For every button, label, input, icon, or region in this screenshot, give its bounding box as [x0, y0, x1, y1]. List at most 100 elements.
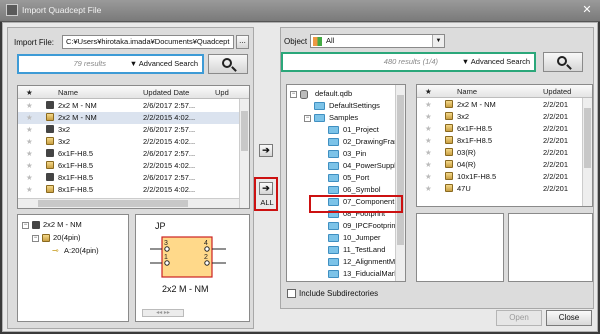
search-icon: [557, 56, 567, 66]
collapse-icon[interactable]: −: [290, 91, 297, 98]
right-search-input[interactable]: 480 results (1/4) ▼ Advanced Search: [281, 52, 536, 72]
row-name: 2x2 M - NM: [457, 100, 496, 109]
open-button[interactable]: Open: [496, 310, 542, 326]
row-name: 6x1F-H8.5: [58, 149, 94, 158]
left-grid-hscroll[interactable]: [18, 198, 239, 208]
preview-name: 2x2 M - NM: [162, 284, 209, 294]
transfer-all-button[interactable]: ➔: [259, 182, 273, 195]
table-row[interactable]: ★ 3x2 2/6/2017 2:57...: [18, 124, 239, 136]
favorite-column-icon[interactable]: ★: [425, 87, 432, 96]
favorite-star-icon[interactable]: ★: [425, 124, 432, 133]
table-row[interactable]: ★ 47U 2/2/201: [417, 183, 582, 195]
row-date: 2/2/201: [543, 184, 569, 193]
component-icon: [46, 137, 54, 145]
left-grid-vscroll[interactable]: [239, 99, 249, 208]
favorite-star-icon[interactable]: ★: [425, 112, 432, 121]
favorite-star-icon[interactable]: ★: [26, 185, 33, 194]
row-name: 3x2: [58, 125, 71, 134]
favorite-star-icon[interactable]: ★: [26, 149, 33, 158]
row-name: 04(R): [457, 160, 476, 169]
include-subdirectories-checkbox[interactable]: [287, 289, 296, 298]
row-date: 2/2/2015 4:02...: [143, 113, 196, 122]
pin-label: 3: [164, 240, 168, 247]
object-select[interactable]: All ▼: [310, 34, 445, 48]
row-date: 2/6/2017 2:57...: [143, 149, 196, 158]
table-row[interactable]: ★ 6x1F-H8.5 2/2/2015 4:02...: [18, 160, 239, 172]
tree-vscroll[interactable]: [395, 85, 405, 281]
folder-icon: [328, 246, 339, 254]
folder-icon: [328, 126, 339, 134]
row-date: 2/2/2015 4:02...: [143, 161, 196, 170]
dialog-body: Import File: C:¥Users¥hirotaka.imada¥Doc…: [2, 22, 598, 332]
pin-label: 4: [204, 240, 208, 247]
table-row[interactable]: ★ 3x2 2/2/2015 4:02...: [18, 136, 239, 148]
favorite-star-icon[interactable]: ★: [26, 161, 33, 170]
favorite-column-icon[interactable]: ★: [26, 88, 33, 97]
column-name[interactable]: Name: [58, 88, 78, 97]
right-detail-pane: [416, 213, 504, 282]
import-file-path-field[interactable]: C:¥Users¥hirotaka.imada¥Documents¥Quadce…: [62, 35, 234, 49]
favorite-star-icon[interactable]: ★: [26, 113, 33, 122]
preview-pager[interactable]: ◂◂ ▸▸: [142, 309, 184, 317]
table-row[interactable]: ★ 04(R) 2/2/201: [417, 159, 582, 171]
favorite-star-icon[interactable]: ★: [26, 173, 33, 182]
collapse-icon[interactable]: −: [304, 115, 311, 122]
left-results-count: 79 results: [73, 59, 106, 68]
table-row[interactable]: ★ 8x1F-H8.5 2/6/2017 2:57...: [18, 172, 239, 184]
folder-icon: [328, 162, 339, 170]
left-search-button[interactable]: [208, 54, 248, 74]
right-component-grid: ★ Name Updated ★ 2x2 M - NM 2/2/201 ★ 3x2 2/2…: [416, 84, 593, 207]
selected-folder-highlight: [309, 195, 403, 213]
folder-icon: [314, 114, 325, 122]
table-row[interactable]: ★ 8x1F-H8.5 2/2/201: [417, 135, 582, 147]
include-subdirectories-label: Include Subdirectories: [299, 289, 379, 298]
favorite-star-icon[interactable]: ★: [26, 137, 33, 146]
table-row[interactable]: ★ 8x1F-H8.5 2/2/2015 4:02...: [18, 184, 239, 196]
table-row[interactable]: ★ 10x1F-H8.5 2/2/201: [417, 171, 582, 183]
favorite-star-icon[interactable]: ★: [425, 160, 432, 169]
right-grid-vscroll[interactable]: [582, 98, 592, 206]
chevron-down-icon[interactable]: ▼: [432, 35, 444, 47]
collapse-icon[interactable]: −: [22, 222, 29, 229]
grid-icon: [313, 37, 322, 46]
left-grid-header: ★ Name Updated Date Upd: [18, 86, 249, 99]
left-search-input[interactable]: 79 results ▼ Advanced Search: [17, 54, 204, 74]
column-updated-by[interactable]: Upd: [215, 88, 229, 97]
folder-icon: [328, 174, 339, 182]
favorite-star-icon[interactable]: ★: [425, 172, 432, 181]
favorite-star-icon[interactable]: ★: [26, 125, 33, 134]
row-date: 2/6/2017 2:57...: [143, 101, 196, 110]
table-row[interactable]: ★ 2x2 M - NM 2/2/2015 4:02...: [18, 112, 239, 124]
table-row[interactable]: ★ 03(R) 2/2/201: [417, 147, 582, 159]
table-row[interactable]: ★ 6x1F-H8.5 2/2/201: [417, 123, 582, 135]
row-date: 2/6/2017 2:57...: [143, 173, 196, 182]
favorite-star-icon[interactable]: ★: [425, 184, 432, 193]
table-row[interactable]: ★ 2x2 M - NM 2/2/201: [417, 99, 582, 111]
left-advanced-search-toggle[interactable]: ▼ Advanced Search: [130, 59, 198, 68]
row-date: 2/2/201: [543, 160, 569, 169]
folder-icon: [314, 102, 325, 110]
favorite-star-icon[interactable]: ★: [425, 136, 432, 145]
favorite-star-icon[interactable]: ★: [425, 148, 432, 157]
right-advanced-search-toggle[interactable]: ▼ Advanced Search: [462, 57, 530, 66]
column-updated-date[interactable]: Updated Date: [143, 88, 189, 97]
right-preview-pane: [508, 213, 593, 282]
right-grid-header: ★ Name Updated: [417, 85, 592, 98]
table-row[interactable]: ★ 2x2 M - NM 2/6/2017 2:57...: [18, 100, 239, 112]
title-bar: Import Quadcept File ✕: [0, 0, 600, 22]
column-updated[interactable]: Updated: [543, 87, 571, 96]
right-search-button[interactable]: [543, 52, 583, 72]
table-row[interactable]: ★ 6x1F-H8.5 2/6/2017 2:57...: [18, 148, 239, 160]
library-folder-tree: − default.qdb DefaultSettings − Samples 01_Pr…: [286, 84, 406, 282]
browse-button[interactable]: ...: [236, 35, 249, 49]
favorite-star-icon[interactable]: ★: [26, 101, 33, 110]
close-button[interactable]: Close: [546, 310, 592, 326]
collapse-icon[interactable]: −: [32, 235, 39, 242]
table-row[interactable]: ★ 3x2 2/2/201: [417, 111, 582, 123]
row-date: 2/2/201: [543, 136, 569, 145]
row-name: 2x2 M - NM: [58, 101, 97, 110]
window-close-icon[interactable]: ✕: [580, 4, 594, 17]
column-name[interactable]: Name: [457, 87, 477, 96]
transfer-button[interactable]: ➔: [259, 144, 273, 157]
favorite-star-icon[interactable]: ★: [425, 100, 432, 109]
